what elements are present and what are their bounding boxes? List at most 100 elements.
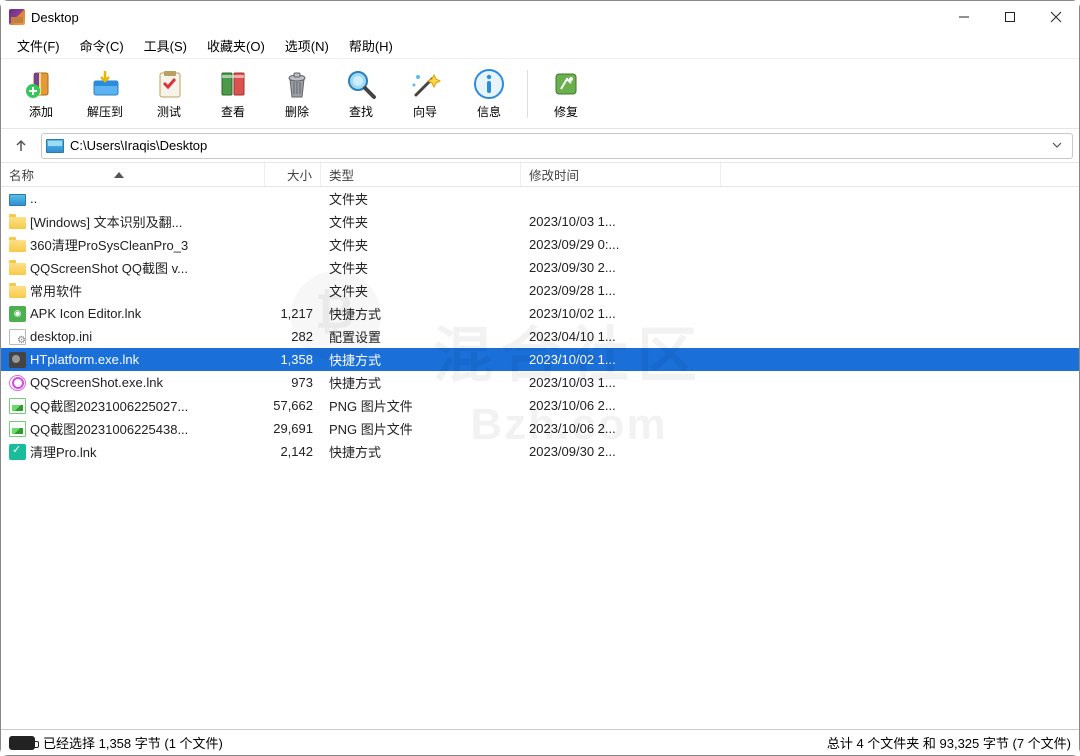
toolbar-add-label: 添加 — [29, 103, 53, 120]
file-size: 1,217 — [265, 306, 321, 321]
toolbar-extract-button[interactable]: 解压到 — [73, 63, 137, 125]
file-type: PNG 图片文件 — [321, 396, 521, 415]
toolbar-test-label: 测试 — [157, 103, 181, 120]
file-row[interactable]: QQScreenShot QQ截图 v... 文件夹2023/09/30 2... — [1, 256, 1079, 279]
file-row[interactable]: ..文件夹 — [1, 187, 1079, 210]
folder-icon — [9, 286, 26, 298]
column-name[interactable]: 名称 — [1, 163, 265, 186]
column-type[interactable]: 类型 — [321, 163, 521, 186]
file-row[interactable]: HTplatform.exe.lnk1,358快捷方式2023/10/02 1.… — [1, 348, 1079, 371]
toolbar-test-button[interactable]: 测试 — [137, 63, 201, 125]
chevron-down-icon[interactable] — [1046, 138, 1068, 153]
test-icon — [152, 67, 186, 101]
file-row[interactable]: APK Icon Editor.lnk1,217快捷方式2023/10/02 1… — [1, 302, 1079, 325]
file-date: 2023/04/10 1... — [521, 329, 721, 344]
qq-icon — [9, 375, 26, 391]
file-date: 2023/10/02 1... — [521, 306, 721, 321]
toolbar-repair-label: 修复 — [554, 103, 578, 120]
status-selection: 已经选择 1,358 字节 (1 个文件) — [43, 733, 223, 752]
minimize-button[interactable] — [941, 1, 987, 33]
file-name: QQScreenShot.exe.lnk — [30, 375, 163, 390]
file-date: 2023/10/02 1... — [521, 352, 721, 367]
menu-options[interactable]: 选项(N) — [275, 33, 339, 58]
file-type: 文件夹 — [321, 235, 521, 254]
file-row[interactable]: 常用软件文件夹2023/09/28 1... — [1, 279, 1079, 302]
file-name-cell: APK Icon Editor.lnk — [1, 306, 265, 322]
file-name-cell: [Windows] 文本识别及翻... — [1, 212, 265, 231]
toolbar-info-button[interactable]: 信息 — [457, 63, 521, 125]
toolbar-find-label: 查找 — [349, 103, 373, 120]
toolbar-wizard-label: 向导 — [413, 103, 437, 120]
file-name: QQScreenShot QQ截图 v... — [30, 258, 188, 277]
file-type: 配置设置 — [321, 327, 521, 346]
file-row[interactable]: QQ截图20231006225438...29,691PNG 图片文件2023/… — [1, 417, 1079, 440]
menu-help[interactable]: 帮助(H) — [339, 33, 403, 58]
toolbar-view-button[interactable]: 查看 — [201, 63, 265, 125]
path-field[interactable]: C:\Users\Iraqis\Desktop — [41, 133, 1073, 159]
maximize-button[interactable] — [987, 1, 1033, 33]
file-name: desktop.ini — [30, 329, 92, 344]
menu-favorites[interactable]: 收藏夹(O) — [197, 33, 275, 58]
view-icon — [216, 67, 250, 101]
file-name: 常用软件 — [30, 281, 82, 300]
column-headers: 名称 大小 类型 修改时间 — [1, 163, 1079, 187]
file-date: 2023/09/28 1... — [521, 283, 721, 298]
search-icon — [344, 67, 378, 101]
menu-file[interactable]: 文件(F) — [7, 33, 70, 58]
toolbar-delete-button[interactable]: 删除 — [265, 63, 329, 125]
file-size: 1,358 — [265, 352, 321, 367]
file-size: 282 — [265, 329, 321, 344]
file-row[interactable]: [Windows] 文本识别及翻...文件夹2023/10/03 1... — [1, 210, 1079, 233]
menu-commands[interactable]: 命令(C) — [70, 33, 134, 58]
file-name-cell: HTplatform.exe.lnk — [1, 352, 265, 368]
file-type: 快捷方式 — [321, 350, 521, 369]
drive-icon — [9, 194, 26, 206]
folder-icon — [9, 240, 26, 252]
toolbar: 添加 解压到 测试 查看 — [1, 59, 1079, 129]
file-row[interactable]: QQ截图20231006225027...57,662PNG 图片文件2023/… — [1, 394, 1079, 417]
file-type: 快捷方式 — [321, 373, 521, 392]
column-size[interactable]: 大小 — [265, 163, 321, 186]
toolbar-add-button[interactable]: 添加 — [9, 63, 73, 125]
file-row[interactable]: 360清理ProSysCleanPro_3文件夹2023/09/29 0:... — [1, 233, 1079, 256]
exe-icon — [9, 352, 26, 368]
close-button[interactable] — [1033, 1, 1079, 33]
folder-icon — [9, 263, 26, 275]
file-date: 2023/09/30 2... — [521, 260, 721, 275]
menubar: 文件(F) 命令(C) 工具(S) 收藏夹(O) 选项(N) 帮助(H) — [1, 33, 1079, 59]
file-row[interactable]: desktop.ini 282配置设置2023/04/10 1... — [1, 325, 1079, 348]
pathbar: C:\Users\Iraqis\Desktop — [1, 129, 1079, 163]
window-title: Desktop — [31, 10, 79, 25]
up-button[interactable] — [7, 133, 35, 159]
toolbar-separator — [527, 70, 528, 118]
file-row[interactable]: QQScreenShot.exe.lnk973快捷方式2023/10/03 1.… — [1, 371, 1079, 394]
toolbar-wizard-button[interactable]: 向导 — [393, 63, 457, 125]
toolbar-repair-button[interactable]: 修复 — [534, 63, 598, 125]
file-name: .. — [30, 191, 37, 206]
file-type: 文件夹 — [321, 212, 521, 231]
file-type: 快捷方式 — [321, 442, 521, 461]
file-size: 2,142 — [265, 444, 321, 459]
folder-icon — [9, 217, 26, 229]
file-name-cell: desktop.ini — [1, 329, 265, 345]
ini-icon — [9, 329, 26, 345]
file-date: 2023/10/06 2... — [521, 398, 721, 413]
file-row[interactable]: 清理Pro.lnk2,142快捷方式2023/09/30 2... — [1, 440, 1079, 463]
column-date[interactable]: 修改时间 — [521, 163, 721, 186]
clean-icon — [9, 444, 26, 460]
menu-tools[interactable]: 工具(S) — [134, 33, 197, 58]
file-type: PNG 图片文件 — [321, 419, 521, 438]
file-list[interactable]: 混合社区 Bzh.com ..文件夹[Windows] 文本识别及翻...文件夹… — [1, 187, 1079, 729]
file-name: 清理Pro.lnk — [30, 442, 96, 461]
archive-add-icon — [24, 67, 58, 101]
file-name: APK Icon Editor.lnk — [30, 306, 141, 321]
file-name: 360清理ProSysCleanPro_3 — [30, 235, 188, 254]
file-name-cell: 常用软件 — [1, 281, 265, 300]
file-type: 文件夹 — [321, 258, 521, 277]
up-arrow-icon — [13, 138, 29, 154]
toolbar-find-button[interactable]: 查找 — [329, 63, 393, 125]
toolbar-info-label: 信息 — [477, 103, 501, 120]
toolbar-extract-label: 解压到 — [87, 103, 123, 120]
file-name-cell: QQ截图20231006225438... — [1, 419, 265, 438]
file-name-cell: 360清理ProSysCleanPro_3 — [1, 235, 265, 254]
